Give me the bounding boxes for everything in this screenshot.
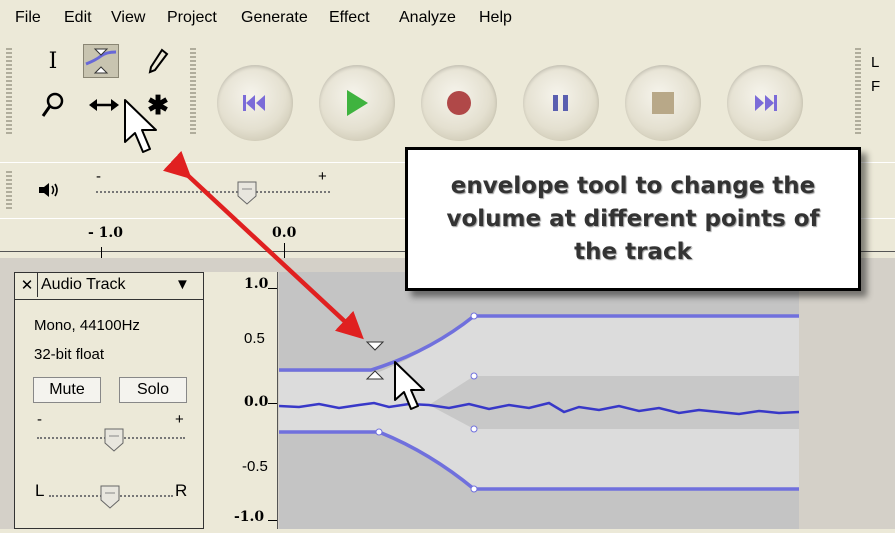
gain-slider-thumb[interactable] <box>103 427 125 453</box>
meter-label-l: L <box>871 54 880 71</box>
track-name-menu[interactable]: Audio Track <box>41 276 125 294</box>
ruler-tick <box>284 243 285 259</box>
gain-plus-label: + <box>175 411 184 428</box>
callout-text: envelope tool to change the volume at di… <box>446 172 820 265</box>
skip-end-icon <box>755 95 777 111</box>
pause-button[interactable] <box>523 65 599 141</box>
menu-bar: File Edit View Project Generate Effect A… <box>0 0 895 34</box>
envelope-point[interactable] <box>375 428 383 436</box>
track-control-panel: ✕ Audio Track ▼ Mono, 44100Hz 32-bit flo… <box>14 272 204 529</box>
volume-plus-label: + <box>318 168 327 185</box>
menu-effect[interactable]: Effect <box>329 9 370 27</box>
envelope-point[interactable] <box>470 425 478 433</box>
vruler-tick-label: 1.0 <box>244 276 269 292</box>
vruler-tick-label: -0.5 <box>242 458 268 475</box>
transport-grip[interactable] <box>190 48 196 136</box>
track-header: ✕ Audio Track ▼ <box>15 273 203 300</box>
envelope-tool-button[interactable] <box>83 44 119 78</box>
vruler-tick-label: 0.5 <box>244 330 265 347</box>
envelope-inner-shade <box>429 376 799 429</box>
mouse-cursor-icon <box>124 99 157 153</box>
meter-grip[interactable] <box>855 48 861 136</box>
track-bit-depth: 32-bit float <box>34 346 105 363</box>
solo-button[interactable]: Solo <box>119 377 187 403</box>
vruler-tick <box>268 403 277 404</box>
stop-icon <box>652 92 674 114</box>
pan-right-label: R <box>175 481 188 500</box>
zoom-tool-button[interactable] <box>35 88 71 122</box>
vruler-tick <box>268 288 277 289</box>
ruler-label-neg1: - 1.0 <box>88 225 124 241</box>
meter-label-r: F <box>871 78 881 95</box>
double-arrow-icon <box>89 99 119 111</box>
pan-left-label: L <box>35 481 45 500</box>
menu-edit[interactable]: Edit <box>64 9 92 27</box>
vruler-tick <box>268 520 277 521</box>
waveform-envelope-svg[interactable] <box>278 272 895 529</box>
toolbar-area: I ✱ L F <box>0 34 895 162</box>
skip-to-end-button[interactable] <box>727 65 803 141</box>
track-close-button[interactable]: ✕ <box>17 273 38 297</box>
selection-tool-button[interactable]: I <box>35 44 71 78</box>
pan-slider-thumb[interactable] <box>99 484 121 510</box>
chevron-down-icon[interactable]: ▼ <box>175 276 190 293</box>
menu-file[interactable]: File <box>15 9 41 27</box>
gain-minus-label: - <box>37 411 42 428</box>
play-icon <box>347 90 368 116</box>
skip-start-icon <box>243 95 265 111</box>
mixer-grip[interactable] <box>6 171 12 209</box>
envelope-point[interactable] <box>470 312 478 320</box>
envelope-icon <box>85 48 117 74</box>
volume-minus-label: - <box>96 168 101 185</box>
waveform-area[interactable] <box>278 272 895 529</box>
vruler-tick-label: 0.0 <box>244 394 269 410</box>
toolbar-grip[interactable] <box>6 48 12 136</box>
envelope-point[interactable] <box>470 372 478 380</box>
menu-analyze[interactable]: Analyze <box>399 9 456 27</box>
annotation-callout: envelope tool to change the volume at di… <box>405 147 861 291</box>
draw-tool-button[interactable] <box>140 44 176 78</box>
menu-help[interactable]: Help <box>479 9 512 27</box>
volume-slider-thumb[interactable] <box>236 180 258 206</box>
mixer-toolbar: - + <box>0 163 400 218</box>
envelope-point[interactable] <box>470 485 478 493</box>
record-button[interactable] <box>421 65 497 141</box>
timeshift-tool-button[interactable] <box>86 88 122 122</box>
vertical-ruler: 1.0 0.5 0.0 -0.5 -1.0 <box>204 272 278 529</box>
i-beam-icon: I <box>48 48 58 74</box>
vruler-tick-label: -1.0 <box>234 509 265 525</box>
menu-project[interactable]: Project <box>167 9 217 27</box>
pause-icon <box>553 95 568 111</box>
pencil-icon <box>148 48 169 74</box>
record-icon <box>447 91 471 115</box>
stop-button[interactable] <box>625 65 701 141</box>
track-format: Mono, 44100Hz <box>34 317 140 334</box>
menu-generate[interactable]: Generate <box>241 9 308 27</box>
mute-button[interactable]: Mute <box>33 377 101 403</box>
ruler-label-0: 0.0 <box>272 225 297 241</box>
speaker-icon <box>39 183 58 197</box>
magnifier-icon <box>41 92 64 117</box>
play-button[interactable] <box>319 65 395 141</box>
skip-to-start-button[interactable] <box>217 65 293 141</box>
menu-view[interactable]: View <box>111 9 145 27</box>
volume-slider-track[interactable] <box>96 191 330 193</box>
